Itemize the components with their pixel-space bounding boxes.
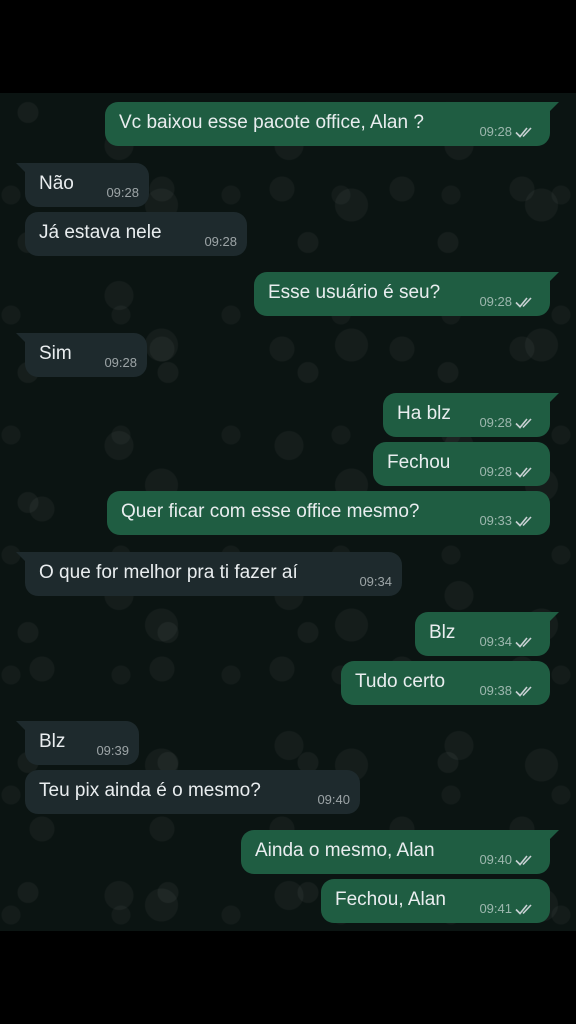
message-bubble-incoming[interactable]: Já estava nele 09:28 bbox=[25, 212, 247, 256]
message-text: Blz bbox=[429, 622, 456, 643]
double-check-icon bbox=[515, 297, 532, 308]
chat-background: Vc baixou esse pacote office, Alan ? 09:… bbox=[0, 93, 576, 931]
message-time: 09:28 bbox=[479, 294, 512, 309]
message-time: 09:28 bbox=[479, 464, 512, 479]
double-check-icon bbox=[515, 904, 532, 915]
message-time: 09:34 bbox=[359, 574, 392, 589]
message-text: Teu pix ainda é o mesmo? bbox=[39, 780, 261, 801]
message-text: Vc baixou esse pacote office, Alan ? bbox=[119, 112, 424, 133]
message-text: Ainda o mesmo, Alan bbox=[255, 840, 435, 861]
message-bubble-incoming[interactable]: Blz 09:39 bbox=[16, 721, 139, 765]
message-bubble-outgoing[interactable]: Blz 09:34 bbox=[415, 612, 559, 656]
message-time: 09:28 bbox=[106, 185, 139, 200]
message-time: 09:34 bbox=[479, 634, 512, 649]
message-text: Quer ficar com esse office mesmo? bbox=[121, 501, 420, 522]
message-time: 09:40 bbox=[479, 852, 512, 867]
message-time: 09:28 bbox=[479, 415, 512, 430]
message-bubble-outgoing[interactable]: Quer ficar com esse office mesmo? 09:33 bbox=[107, 491, 550, 535]
message-bubble-incoming[interactable]: Sim 09:28 bbox=[16, 333, 147, 377]
message-text: Não bbox=[39, 173, 74, 194]
message-time: 09:41 bbox=[479, 901, 512, 916]
message-bubble-outgoing[interactable]: Vc baixou esse pacote office, Alan ? 09:… bbox=[105, 102, 559, 146]
message-text: Fechou, Alan bbox=[335, 889, 446, 910]
message-text: O que for melhor pra ti fazer aí bbox=[39, 562, 298, 583]
message-bubble-incoming[interactable]: Não 09:28 bbox=[16, 163, 149, 207]
message-bubble-outgoing[interactable]: Tudo certo 09:38 bbox=[341, 661, 550, 705]
double-check-icon bbox=[515, 686, 532, 697]
message-text: Blz bbox=[39, 731, 66, 752]
message-text: Fechou bbox=[387, 452, 451, 473]
message-time: 09:28 bbox=[204, 234, 237, 249]
message-text: Já estava nele bbox=[39, 222, 162, 243]
double-check-icon bbox=[515, 467, 532, 478]
message-bubble-outgoing[interactable]: Ainda o mesmo, Alan 09:40 bbox=[241, 830, 559, 874]
message-bubble-outgoing[interactable]: Ha blz 09:28 bbox=[383, 393, 559, 437]
message-bubble-outgoing[interactable]: Fechou 09:28 bbox=[373, 442, 550, 486]
message-time: 09:28 bbox=[479, 124, 512, 139]
message-text: Sim bbox=[39, 343, 72, 364]
double-check-icon bbox=[515, 516, 532, 527]
message-time: 09:28 bbox=[104, 355, 137, 370]
message-bubble-incoming[interactable]: Teu pix ainda é o mesmo? 09:40 bbox=[25, 770, 360, 814]
double-check-icon bbox=[515, 418, 532, 429]
message-bubble-outgoing[interactable]: Esse usuário é seu? 09:28 bbox=[254, 272, 559, 316]
message-time: 09:33 bbox=[479, 513, 512, 528]
message-text: Esse usuário é seu? bbox=[268, 282, 441, 303]
message-bubble-outgoing[interactable]: Fechou, Alan 09:41 bbox=[321, 879, 550, 923]
message-text: Tudo certo bbox=[355, 671, 446, 692]
message-time: 09:38 bbox=[479, 683, 512, 698]
double-check-icon bbox=[515, 637, 532, 648]
message-text: Ha blz bbox=[397, 403, 451, 424]
message-time: 09:39 bbox=[96, 743, 129, 758]
message-time: 09:40 bbox=[317, 792, 350, 807]
double-check-icon bbox=[515, 127, 532, 138]
message-bubble-incoming[interactable]: O que for melhor pra ti fazer aí 09:34 bbox=[16, 552, 402, 596]
double-check-icon bbox=[515, 855, 532, 866]
